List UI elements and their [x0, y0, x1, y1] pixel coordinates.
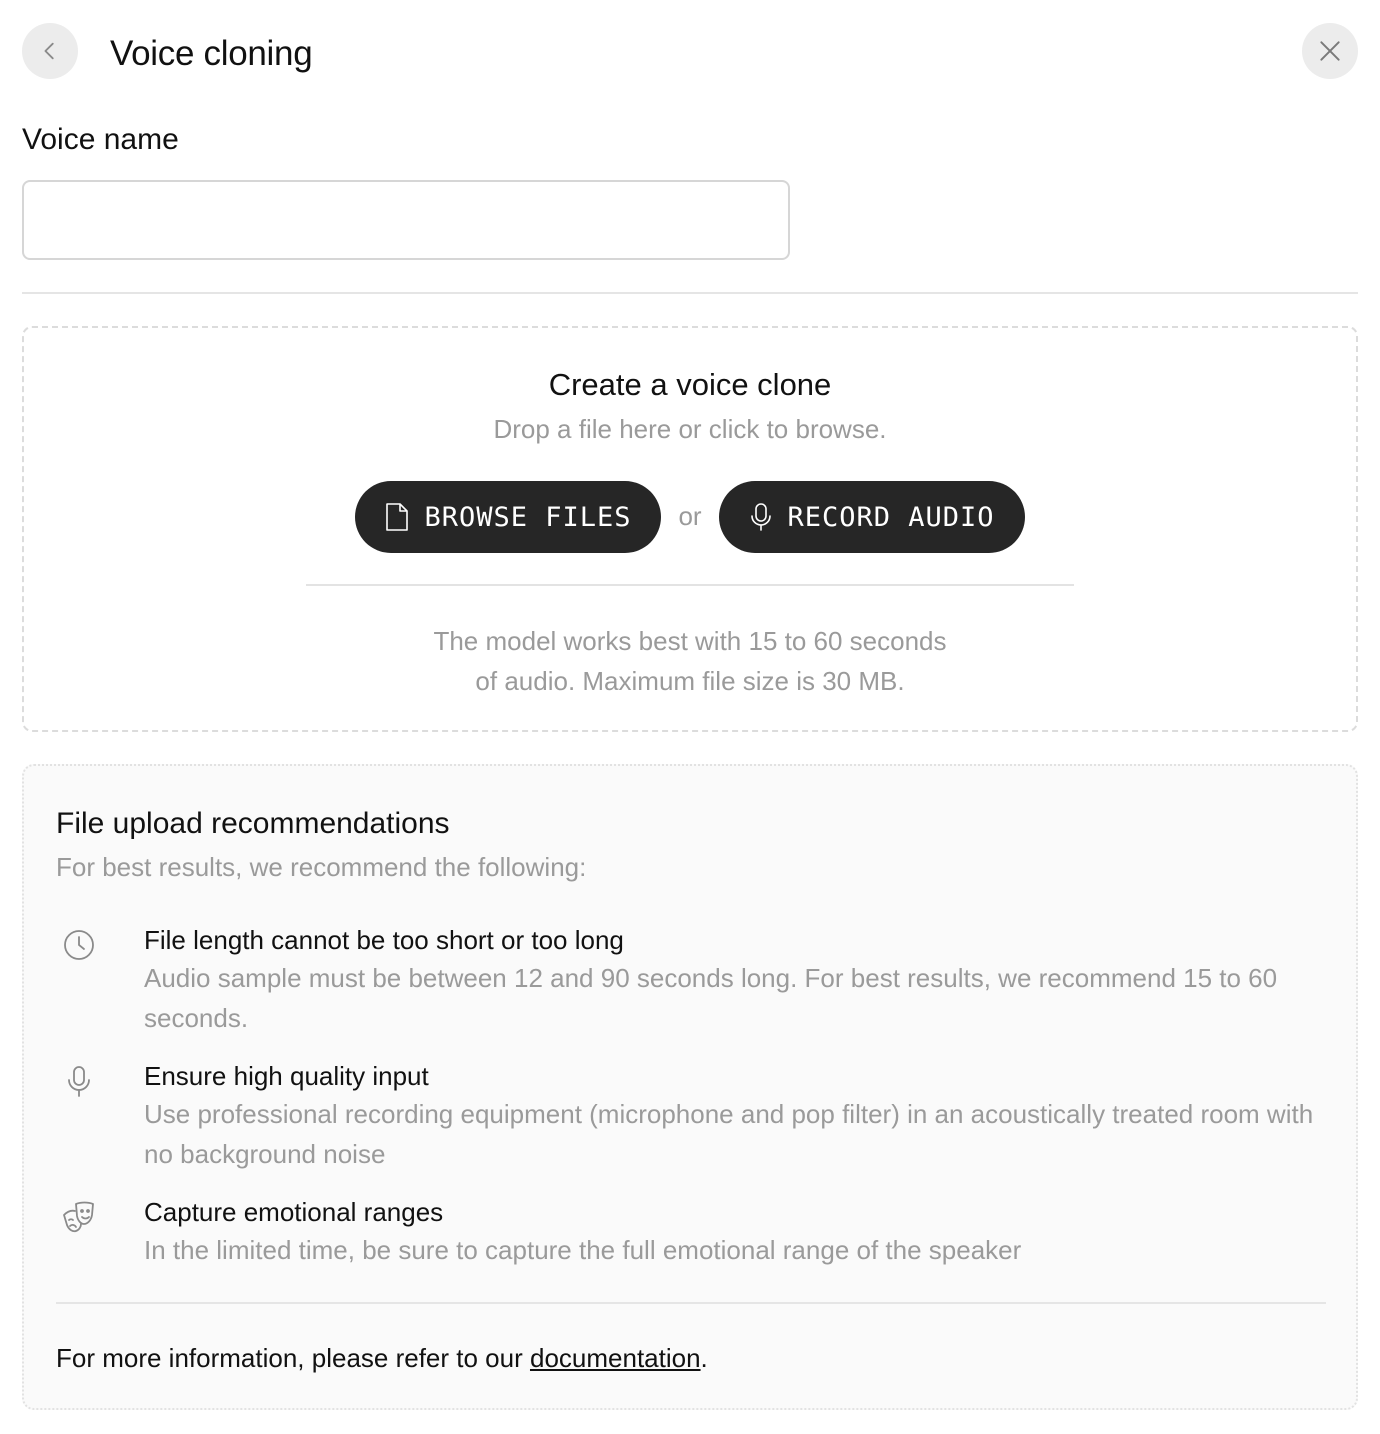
recommendation-body: Use professional recording equipment (mi…: [144, 1099, 1314, 1169]
recommendation-body: Audio sample must be between 12 and 90 s…: [144, 963, 1278, 1033]
dropzone-note: The model works best with 15 to 60 secon…: [24, 621, 1356, 701]
clock-icon: [64, 930, 94, 960]
close-icon: [1320, 41, 1340, 61]
recommendation-body: In the limited time, be sure to capture …: [144, 1235, 1022, 1265]
dropzone-note-line1: The model works best with 15 to 60 secon…: [433, 626, 947, 656]
recommendation-heading: Capture emotional ranges: [144, 1197, 444, 1227]
recommendations-title: File upload recommendations: [56, 807, 450, 840]
file-icon: [386, 503, 409, 531]
recommendations-subtitle: For best results, we recommend the follo…: [56, 852, 587, 882]
footer-suffix: .: [700, 1343, 708, 1373]
section-divider: [22, 292, 1358, 294]
microphone-icon: [751, 503, 772, 531]
recommendations-footer: For more information, please refer to ou…: [56, 1340, 708, 1376]
or-separator: or: [678, 501, 702, 531]
voice-name-input[interactable]: [22, 180, 790, 260]
file-dropzone[interactable]: Create a voice clone Drop a file here or…: [22, 326, 1358, 732]
close-button[interactable]: [1302, 23, 1358, 79]
microphone-icon: [68, 1066, 90, 1097]
record-audio-label: RECORD AUDIO: [787, 501, 995, 533]
recommendation-heading: Ensure high quality input: [144, 1061, 429, 1091]
documentation-link[interactable]: documentation: [530, 1343, 701, 1373]
recommendation-heading: File length cannot be too short or too l…: [144, 925, 624, 955]
voice-cloning-panel: Voice cloning Voice name Create a voice …: [0, 0, 1380, 1434]
dropzone-note-line2: of audio. Maximum file size is 30 MB.: [475, 666, 905, 696]
page-title: Voice cloning: [110, 34, 313, 73]
dropzone-title: Create a voice clone: [548, 367, 832, 402]
upload-recommendations-card: File upload recommendations For best res…: [22, 764, 1358, 1410]
footer-prefix: For more information, please refer to ou…: [56, 1343, 530, 1373]
dropzone-divider: [306, 584, 1074, 586]
theater-masks-icon: [63, 1201, 94, 1233]
dropzone-subtitle: Drop a file here or click to browse.: [493, 414, 887, 444]
browse-files-button[interactable]: BROWSE FILES: [355, 481, 661, 553]
record-audio-button[interactable]: RECORD AUDIO: [719, 481, 1025, 553]
recommendations-divider: [56, 1302, 1326, 1304]
browse-files-label: BROWSE FILES: [424, 501, 632, 533]
voice-name-label: Voice name: [22, 123, 179, 156]
back-button[interactable]: [22, 23, 78, 79]
chevron-left-icon: [44, 42, 54, 60]
